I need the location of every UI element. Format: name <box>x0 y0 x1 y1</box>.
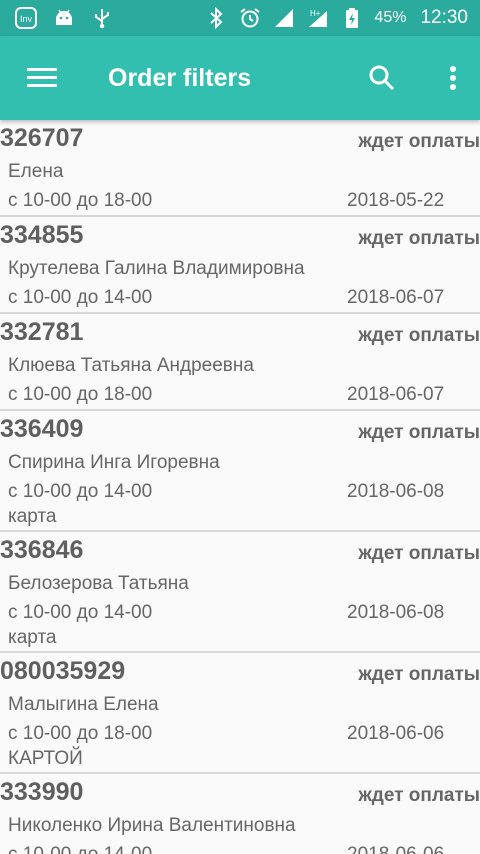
order-number: 333990 <box>0 778 84 806</box>
order-status: ждет оплаты <box>358 785 480 806</box>
order-status: ждет оплаты <box>358 325 480 346</box>
payment-method: карта <box>8 506 57 527</box>
order-status: ждет оплаты <box>358 664 480 685</box>
delivery-time: с 10-00 до 18-00 <box>8 384 153 405</box>
customer-name: Елена <box>8 161 64 182</box>
order-status: ждет оплаты <box>358 422 480 443</box>
order-date: 2018-06-06 <box>347 723 445 744</box>
customer-name: Спирина Инга Игоревна <box>8 452 220 473</box>
order-list[interactable]: 326707 ждет оплаты Елена с 10-00 до 18-0… <box>0 120 480 854</box>
search-button[interactable] <box>366 62 398 94</box>
status-bar: Inv H+ 45% 12:30 <box>0 0 480 36</box>
order-number: 334855 <box>0 221 84 249</box>
customer-name: Николенко Ирина Валентиновна <box>8 815 296 836</box>
order-status: ждет оплаты <box>358 543 480 564</box>
hamburger-icon[interactable] <box>22 62 62 94</box>
customer-name: Белозерова Татьяна <box>8 573 189 594</box>
order-status: ждет оплаты <box>358 131 480 152</box>
order-date: 2018-06-08 <box>347 481 445 502</box>
payment-method: карта <box>8 627 57 648</box>
order-item[interactable]: 334855 ждет оплаты Крутелева Галина Влад… <box>0 217 480 314</box>
order-date: 2018-06-07 <box>347 287 445 308</box>
app-notification-icon: Inv <box>14 6 38 30</box>
svg-text:Inv: Inv <box>20 14 33 24</box>
alarm-icon <box>238 6 262 30</box>
delivery-time: с 10-00 до 18-00 <box>8 723 153 744</box>
clock: 12:30 <box>420 7 468 28</box>
order-number: 336409 <box>0 415 84 443</box>
battery-level: 45% <box>374 9 407 26</box>
order-status: ждет оплаты <box>358 228 480 249</box>
delivery-time: с 10-00 до 18-00 <box>8 190 153 211</box>
battery-charging-icon <box>340 6 364 30</box>
order-item[interactable]: 333990 ждет оплаты Николенко Ирина Вален… <box>0 774 480 854</box>
delivery-time: с 10-00 до 14-00 <box>8 602 153 623</box>
order-date: 2018-06-06 <box>347 844 444 854</box>
signal-icon <box>272 6 296 30</box>
order-number: 336846 <box>0 536 84 564</box>
delivery-time: с 10-00 до 14-00 <box>8 481 153 502</box>
order-date: 2018-06-08 <box>347 602 445 623</box>
search-icon[interactable] <box>366 62 398 94</box>
order-date: 2018-06-07 <box>347 384 445 405</box>
app-bar: Order filters <box>0 36 480 120</box>
order-item[interactable]: 336846 ждет оплаты Белозерова Татьяна с … <box>0 532 480 653</box>
order-date: 2018-05-22 <box>347 190 445 211</box>
svg-text:H+: H+ <box>310 9 321 18</box>
delivery-time: с 10-00 до 14-00 <box>8 844 152 854</box>
order-item[interactable]: 326707 ждет оплаты Елена с 10-00 до 18-0… <box>0 120 480 217</box>
overflow-menu-button[interactable] <box>446 62 460 94</box>
page-title: Order filters <box>108 64 252 92</box>
order-item[interactable]: 080035929 ждет оплаты Малыгина Елена с 1… <box>0 653 480 774</box>
order-item[interactable]: 332781 ждет оплаты Клюева Татьяна Андрее… <box>0 314 480 411</box>
delivery-time: с 10-00 до 14-00 <box>8 287 153 308</box>
payment-method: КАРТОЙ <box>8 748 83 769</box>
navigation-menu-button[interactable] <box>22 62 62 94</box>
order-number: 080035929 <box>0 657 126 685</box>
bluetooth-icon <box>204 6 228 30</box>
order-item[interactable]: 336409 ждет оплаты Спирина Инга Игоревна… <box>0 411 480 532</box>
usb-icon <box>90 6 114 30</box>
android-debug-icon <box>52 6 76 30</box>
customer-name: Клюева Татьяна Андреевна <box>8 355 254 376</box>
order-number: 332781 <box>0 318 84 346</box>
customer-name: Крутелева Галина Владимировна <box>8 258 305 279</box>
hplus-signal-icon: H+ <box>306 6 330 30</box>
order-number: 326707 <box>0 124 84 152</box>
customer-name: Малыгина Елена <box>8 694 159 715</box>
more-vert-icon[interactable] <box>446 62 460 94</box>
